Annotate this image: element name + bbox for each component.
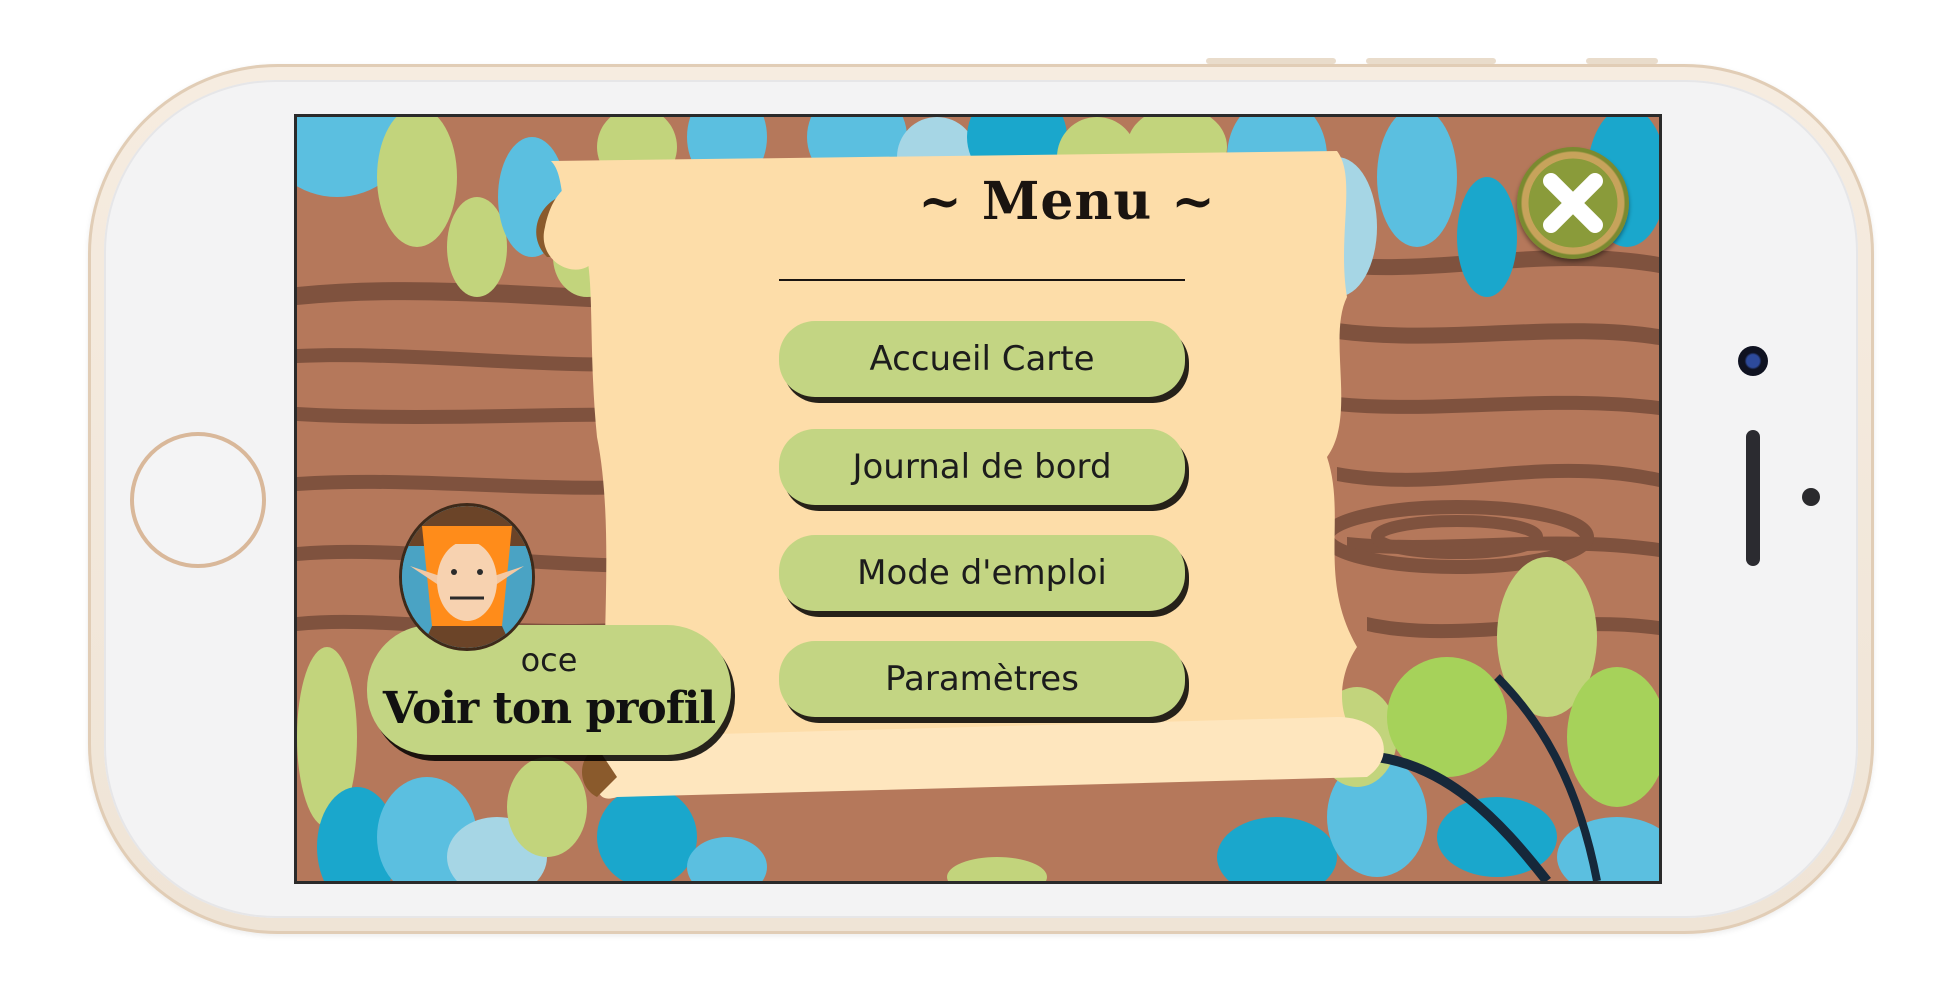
menu-title: ~ Menu ~ [918, 171, 1216, 232]
accueil-carte-button[interactable]: Accueil Carte [779, 321, 1185, 397]
parametres-button[interactable]: Paramètres [779, 641, 1185, 717]
silent-switch [1586, 58, 1658, 64]
title-divider [779, 279, 1185, 281]
profile-card[interactable]: oce Voir ton profil [367, 625, 731, 755]
close-button[interactable] [1517, 147, 1629, 259]
avatar-icon [402, 506, 532, 648]
avatar[interactable] [399, 503, 535, 651]
view-profile-link[interactable]: Voir ton profil [367, 683, 731, 734]
proximity-sensor [1802, 488, 1820, 506]
home-button[interactable] [130, 432, 266, 568]
close-icon [1525, 155, 1621, 251]
profile-username: oce [520, 641, 578, 679]
app-screen: ~ Menu ~ Accueil Carte Journal de bord M… [294, 114, 1662, 884]
earpiece-speaker [1746, 430, 1760, 566]
volume-down-button [1366, 58, 1496, 64]
journal-de-bord-button[interactable]: Journal de bord [779, 429, 1185, 505]
mode-d-emploi-button[interactable]: Mode d'emploi [779, 535, 1185, 611]
front-camera [1738, 346, 1768, 376]
volume-up-button [1206, 58, 1336, 64]
